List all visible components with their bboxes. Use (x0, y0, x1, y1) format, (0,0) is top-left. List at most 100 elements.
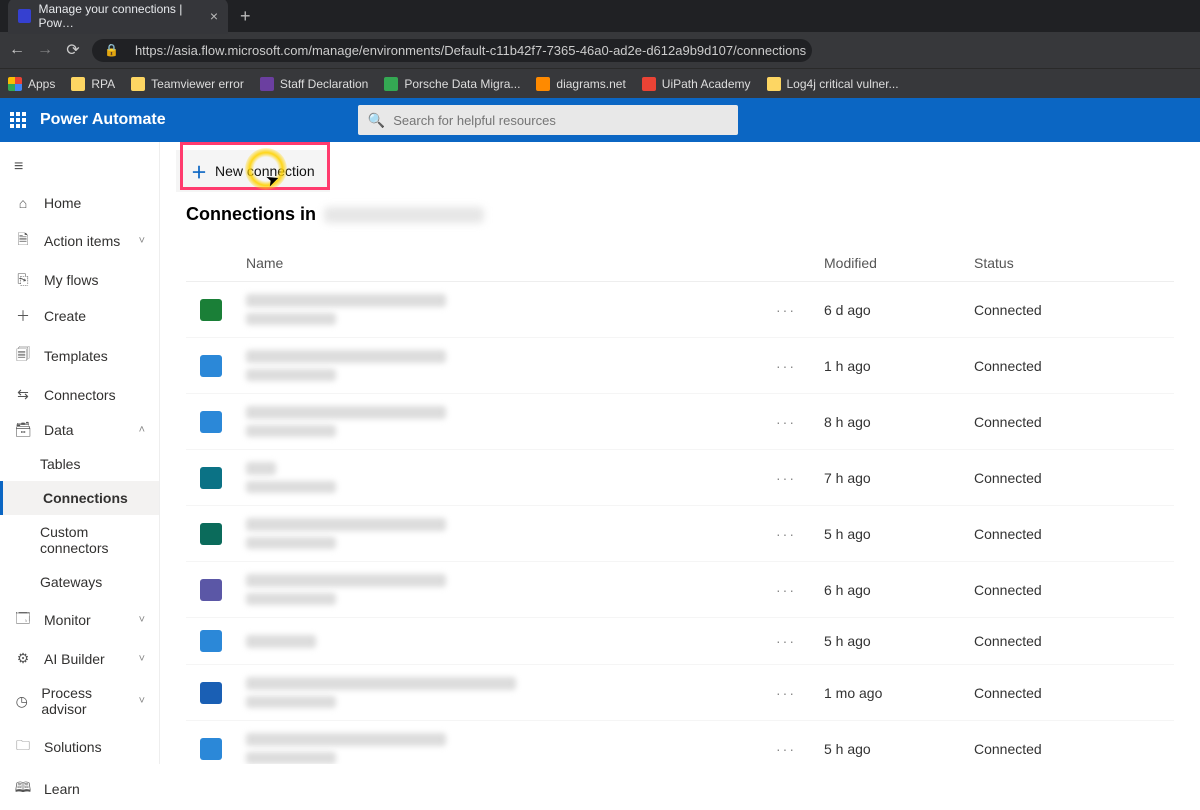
sidebar-item-process-advisor[interactable]: ◷Process advisor˅ (0, 676, 159, 726)
modified-text: 6 d ago (824, 302, 974, 318)
sidebar-item-data[interactable]: 🗃Data˄ (0, 412, 159, 447)
connection-icon (200, 682, 222, 704)
search-input[interactable] (393, 113, 728, 128)
connection-name-cell (246, 462, 776, 493)
browser-toolbar: ← → ⟳ 🔒 https://asia.flow.microsoft.com/… (0, 32, 1200, 68)
bookmark-label: Porsche Data Migra... (404, 77, 520, 91)
connection-name-redacted (246, 406, 446, 419)
more-actions-button[interactable]: ··· (776, 526, 824, 542)
table-row[interactable]: ··· 5 h ago Connected (186, 618, 1174, 665)
bookmark-icon (384, 77, 398, 91)
close-icon[interactable]: × (210, 8, 218, 24)
hamburger-icon[interactable]: ≡ (0, 148, 159, 186)
bookmark-item[interactable]: RPA (71, 77, 115, 91)
sidebar-label: Gateways (40, 574, 102, 590)
new-connection-label: New connection (215, 163, 315, 179)
sidebar-item-connectors[interactable]: ⇆Connectors (0, 377, 159, 412)
status-text: Connected (974, 414, 1174, 430)
sidebar-item-gateways[interactable]: Gateways (0, 565, 159, 599)
status-text: Connected (974, 302, 1174, 318)
bookmark-item[interactable]: Apps (8, 77, 55, 91)
sidebar-item-my-flows[interactable]: ⎘My flows (0, 262, 159, 297)
table-row[interactable]: ··· 5 h ago Connected (186, 721, 1174, 764)
modified-text: 6 h ago (824, 582, 974, 598)
sidebar-item-solutions[interactable]: 🗀Solutions (0, 726, 159, 768)
sidebar-item-connections[interactable]: Connections (0, 481, 159, 515)
table-row[interactable]: ··· 8 h ago Connected (186, 394, 1174, 450)
connection-name-cell (246, 518, 776, 549)
more-actions-button[interactable]: ··· (776, 302, 824, 318)
sidebar-icon: ◷ (14, 693, 29, 710)
table-row[interactable]: ··· 1 h ago Connected (186, 338, 1174, 394)
sidebar-item-templates[interactable]: 🗐Templates (0, 335, 159, 377)
browser-chrome: Manage your connections | Pow… × + ← → ⟳… (0, 0, 1200, 98)
sidebar-label: Process advisor (41, 685, 126, 717)
sidebar-label: Learn (44, 781, 80, 797)
more-actions-button[interactable]: ··· (776, 685, 824, 701)
connection-name-cell (246, 677, 776, 708)
forward-icon[interactable]: → (36, 41, 54, 59)
bookmark-item[interactable]: Log4j critical vulner... (767, 77, 899, 91)
more-actions-button[interactable]: ··· (776, 582, 824, 598)
connection-name-cell (246, 574, 776, 605)
sidebar-item-monitor[interactable]: 🗔Monitor˅ (0, 599, 159, 641)
sidebar-icon: ⚙ (14, 650, 32, 667)
col-modified[interactable]: Modified (824, 255, 974, 271)
tab-strip: Manage your connections | Pow… × + (0, 0, 1200, 32)
app-launcher-icon[interactable] (10, 112, 26, 128)
table-row[interactable]: ··· 7 h ago Connected (186, 450, 1174, 506)
new-tab-button[interactable]: + (240, 6, 251, 27)
chevron-down-icon: ˅ (139, 235, 145, 247)
browser-tab[interactable]: Manage your connections | Pow… × (8, 0, 228, 34)
search-box[interactable]: 🔍 (358, 105, 738, 135)
more-actions-button[interactable]: ··· (776, 414, 824, 430)
connection-icon (200, 355, 222, 377)
status-text: Connected (974, 582, 1174, 598)
sidebar-item-learn[interactable]: 🕮Learn (0, 768, 159, 810)
sidebar-label: Data (44, 422, 74, 438)
col-status[interactable]: Status (974, 255, 1174, 271)
back-icon[interactable]: ← (8, 41, 26, 59)
table-row[interactable]: ··· 6 d ago Connected (186, 282, 1174, 338)
bookmark-label: RPA (91, 77, 115, 91)
address-bar[interactable]: 🔒 https://asia.flow.microsoft.com/manage… (92, 39, 812, 62)
sidebar-item-ai-builder[interactable]: ⚙AI Builder˅ (0, 641, 159, 676)
more-actions-button[interactable]: ··· (776, 358, 824, 374)
sidebar-label: Create (44, 308, 86, 324)
lock-icon: 🔒 (104, 43, 119, 57)
connection-name-redacted (246, 350, 446, 363)
sidebar-icon: 🗎 (14, 229, 32, 253)
more-actions-button[interactable]: ··· (776, 741, 824, 757)
reload-icon[interactable]: ⟳ (64, 40, 82, 60)
sidebar-item-custom-connectors[interactable]: Custom connectors (0, 515, 159, 565)
sidebar-item-home[interactable]: ⌂Home (0, 186, 159, 220)
modified-text: 5 h ago (824, 633, 974, 649)
connection-name-redacted (246, 574, 446, 587)
bookmark-item[interactable]: Porsche Data Migra... (384, 77, 520, 91)
table-header: Name Modified Status (186, 245, 1174, 282)
connection-name-redacted (246, 518, 446, 531)
bookmark-item[interactable]: Staff Declaration (260, 77, 369, 91)
connection-subtext-redacted (246, 696, 336, 708)
new-connection-button[interactable]: ＋ New connection (176, 150, 330, 192)
environment-name-redacted (324, 207, 484, 223)
sidebar-icon: ⎘ (14, 271, 32, 288)
bookmark-item[interactable]: UiPath Academy (642, 77, 751, 91)
sidebar-item-tables[interactable]: Tables (0, 447, 159, 481)
chevron-down-icon: ˅ (139, 653, 145, 665)
bookmark-item[interactable]: diagrams.net (536, 77, 625, 91)
more-actions-button[interactable]: ··· (776, 633, 824, 649)
sidebar-item-action-items[interactable]: 🗎Action items˅ (0, 220, 159, 262)
bookmark-item[interactable]: Teamviewer error (131, 77, 244, 91)
table-row[interactable]: ··· 1 mo ago Connected (186, 665, 1174, 721)
table-row[interactable]: ··· 5 h ago Connected (186, 506, 1174, 562)
table-row[interactable]: ··· 6 h ago Connected (186, 562, 1174, 618)
sidebar-label: Connectors (44, 387, 116, 403)
sidebar-label: Connections (43, 490, 128, 506)
col-name[interactable]: Name (246, 255, 776, 271)
connection-name-cell (246, 733, 776, 764)
page-heading-text: Connections in (186, 204, 316, 225)
more-actions-button[interactable]: ··· (776, 470, 824, 486)
modified-text: 1 h ago (824, 358, 974, 374)
sidebar-item-create[interactable]: ＋Create (0, 297, 159, 335)
